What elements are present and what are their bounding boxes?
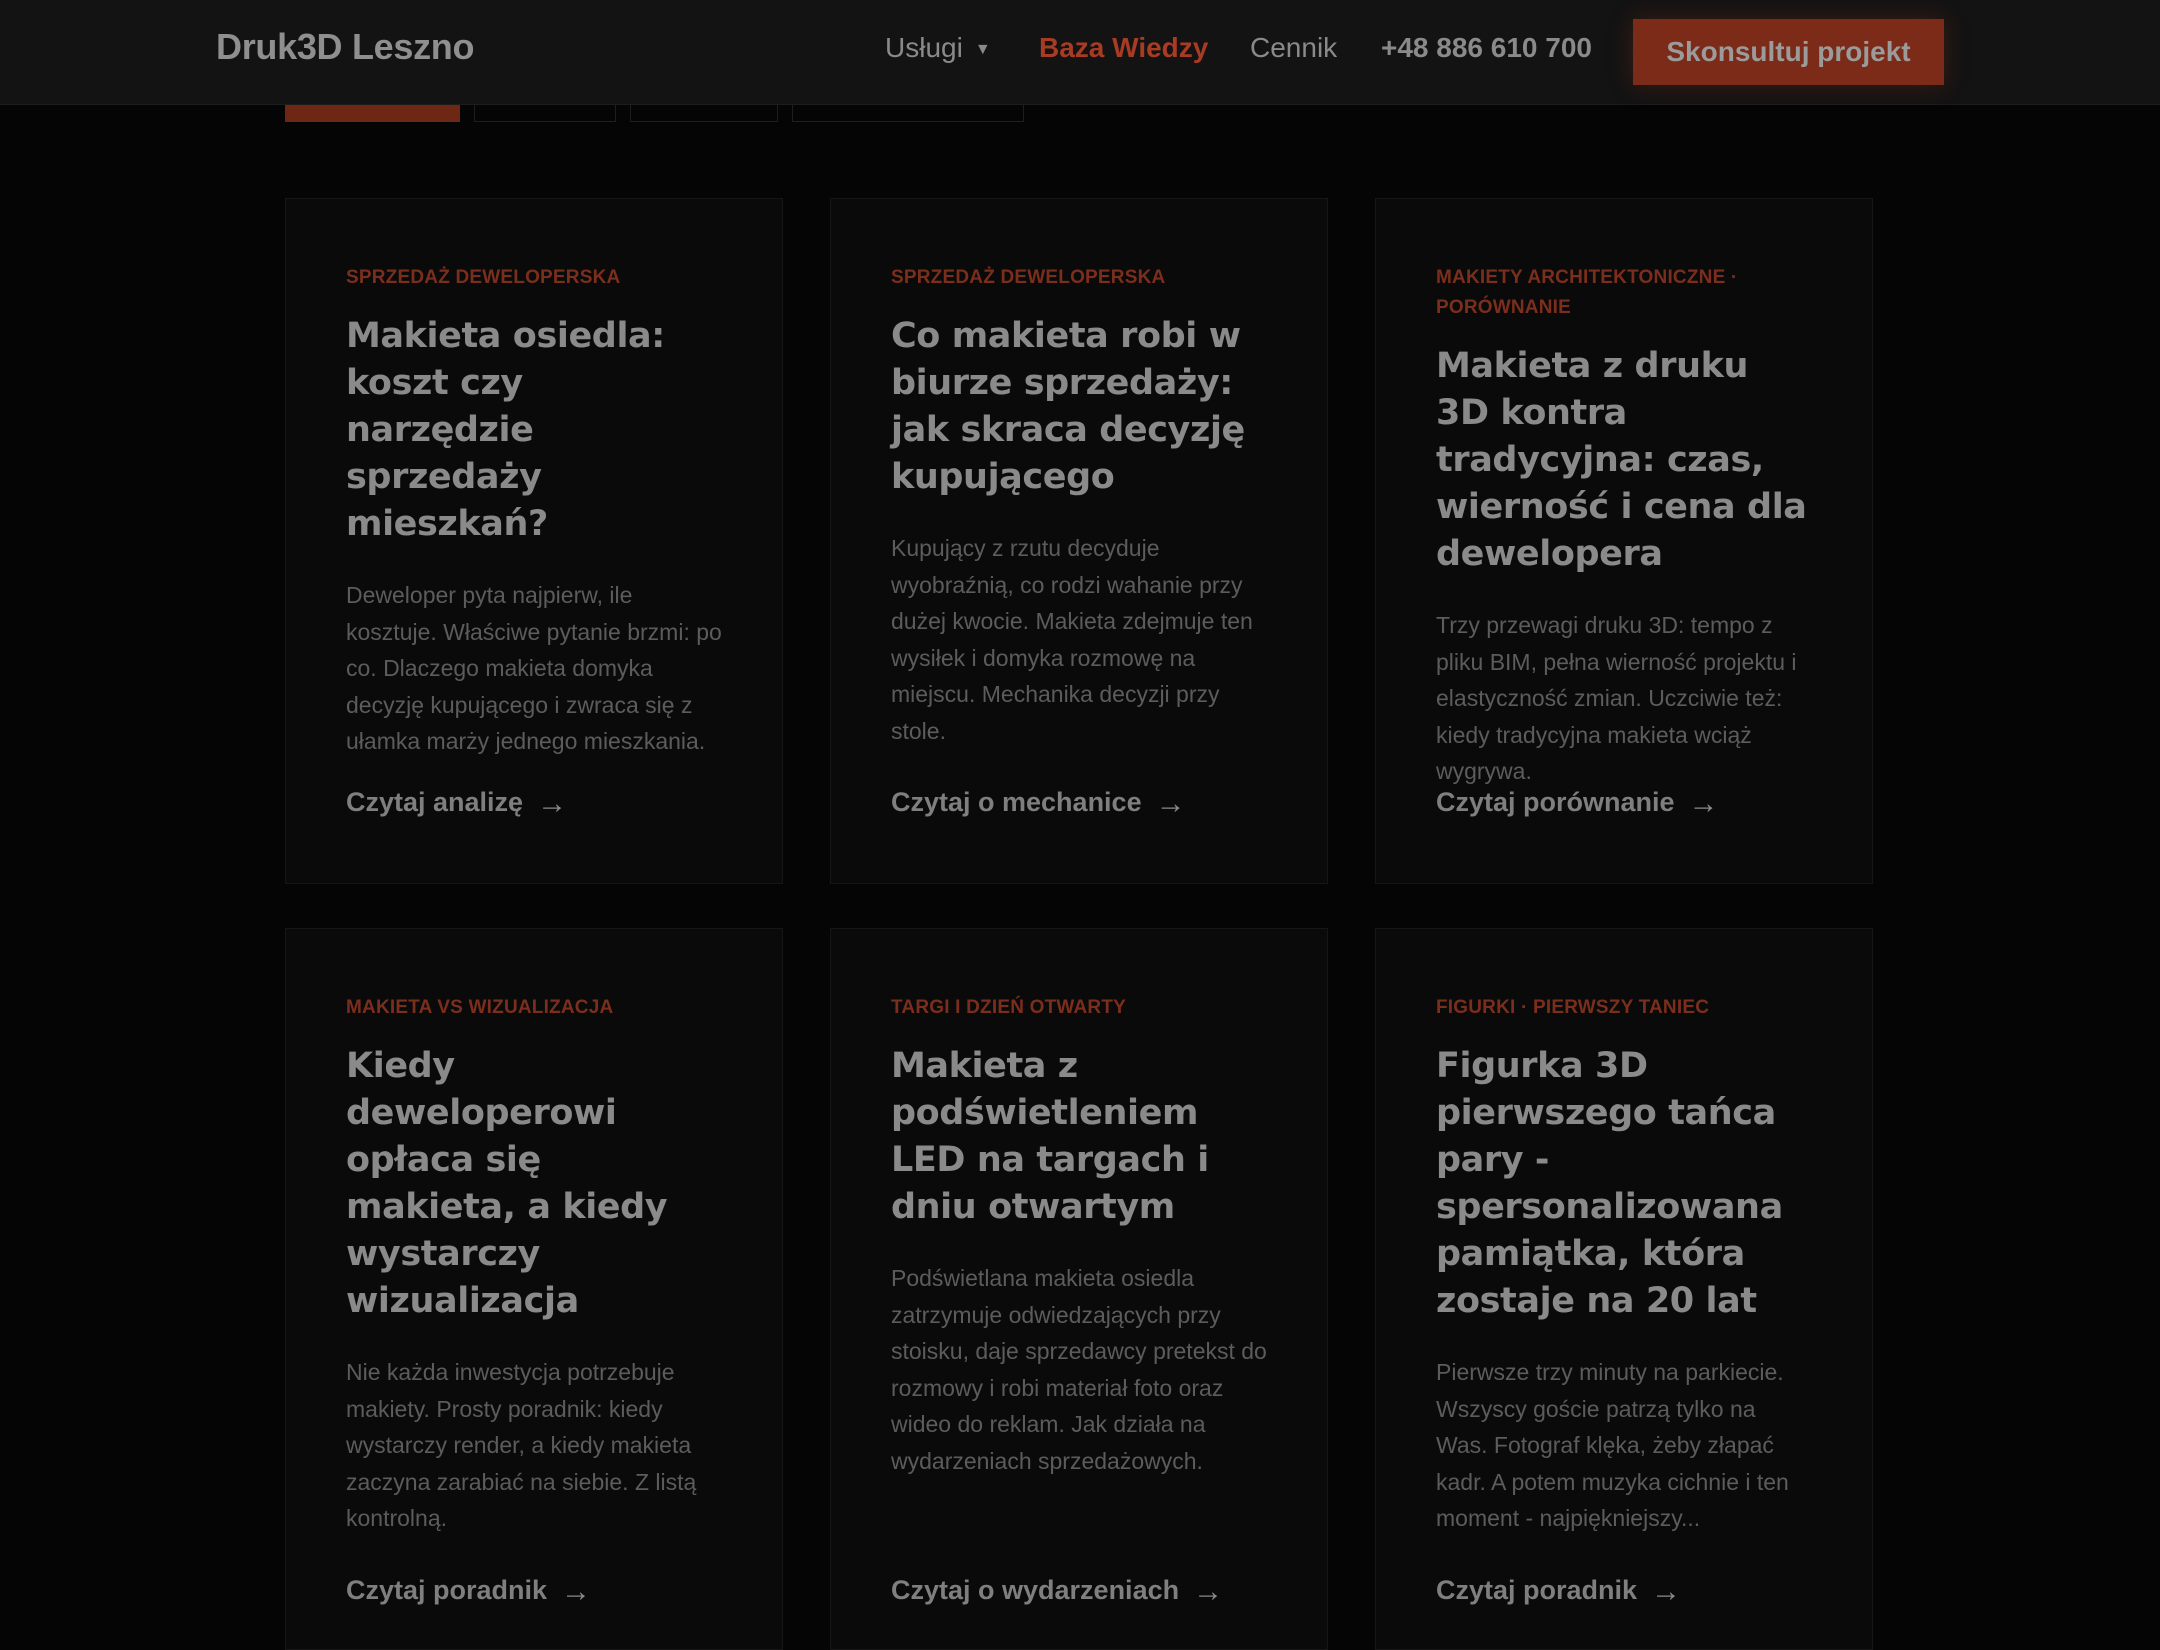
article-category: Sprzedaż deweloperska [346, 267, 621, 288]
article-card: Sprzedaż deweloperska Co makieta robi w … [830, 198, 1328, 884]
nav-baza-wiedzy[interactable]: Baza Wiedzy [1039, 32, 1208, 64]
read-more-link[interactable]: Czytaj poradnik → [346, 1573, 592, 1608]
article-title[interactable]: Figurka 3D pierwszego tańca pary - spers… [1436, 1043, 1812, 1325]
article-card: Makieta vs wizualizacja Kiedy dewelopero… [285, 928, 783, 1650]
read-more-label: Czytaj o mechanice [891, 787, 1142, 817]
article-excerpt: Podświetlana makieta osiedla zatrzymuje … [891, 1265, 1267, 1474]
nav-uslugi-label: Usługi [885, 32, 963, 63]
article-category: Makiety architektoniczne · Porównanie [1436, 267, 1738, 318]
article-card: Makiety architektoniczne · Porównanie Ma… [1375, 198, 1873, 884]
article-category: Figurki · Pierwszy taniec [1436, 997, 1710, 1018]
article-card: Sprzedaż deweloperska Makieta osiedla: k… [285, 198, 783, 884]
read-more-label: Czytaj analizę [346, 787, 524, 817]
article-excerpt: Deweloper pyta najpierw, ile kosztuje. W… [346, 582, 722, 755]
article-excerpt: Pierwsze trzy minuty na parkiecie. Wszys… [1436, 1359, 1789, 1532]
arrow-right-icon: → [561, 1575, 592, 1608]
read-more-link[interactable]: Czytaj analizę → [346, 785, 568, 820]
article-title[interactable]: Kiedy deweloperowi opłaca się makieta, a… [346, 1043, 722, 1325]
read-more-label: Czytaj poradnik [346, 1575, 548, 1605]
consult-project-button[interactable]: Skonsultuj projekt [1633, 19, 1944, 85]
nav-uslugi[interactable]: Usługi ▼ [885, 32, 991, 64]
article-excerpt: Kupujący z rzutu decyduje wyobraźnią, co… [891, 535, 1253, 744]
article-card: Targi i dzień otwarty Makieta z podświet… [830, 928, 1328, 1650]
read-more-link[interactable]: Czytaj o wydarzeniach → [891, 1573, 1224, 1608]
article-category: Makieta vs wizualizacja [346, 997, 614, 1018]
nav-phone[interactable]: +48 886 610 700 [1381, 32, 1592, 64]
arrow-right-icon: → [1688, 787, 1719, 820]
site-logo[interactable]: Druk3D Leszno [216, 26, 474, 68]
site-header: Druk3D Leszno Usługi ▼ Baza Wiedzy Cennik… [0, 0, 2160, 105]
read-more-label: Czytaj porównanie [1436, 787, 1675, 817]
article-category: Sprzedaż deweloperska [891, 267, 1166, 288]
read-more-link[interactable]: Czytaj poradnik → [1436, 1573, 1682, 1608]
article-excerpt: Nie każda inwestycja potrzebuje makiety.… [346, 1359, 697, 1532]
nav-cennik[interactable]: Cennik [1250, 32, 1337, 64]
article-card: Figurki · Pierwszy taniec Figurka 3D pie… [1375, 928, 1873, 1650]
arrow-right-icon: → [1651, 1575, 1682, 1608]
read-more-label: Czytaj o wydarzeniach [891, 1575, 1180, 1605]
article-title[interactable]: Makieta z podświetleniem LED na targach … [891, 1043, 1267, 1231]
read-more-link[interactable]: Czytaj porównanie → [1436, 785, 1719, 820]
article-excerpt: Trzy przewagi druku 3D: tempo z pliku BI… [1436, 612, 1797, 785]
read-more-label: Czytaj poradnik [1436, 1575, 1638, 1605]
caret-down-icon: ▼ [974, 41, 991, 58]
article-title[interactable]: Co makieta robi w biurze sprzedaży: jak … [891, 313, 1267, 501]
read-more-link[interactable]: Czytaj o mechanice → [891, 785, 1186, 820]
article-category: Targi i dzień otwarty [891, 997, 1127, 1018]
arrow-right-icon: → [1155, 787, 1186, 820]
arrow-right-icon: → [537, 787, 568, 820]
article-title[interactable]: Makieta osiedla: koszt czy narzędzie spr… [346, 313, 722, 548]
arrow-right-icon: → [1193, 1575, 1224, 1608]
article-title[interactable]: Makieta z druku 3D kontra tradycyjna: cz… [1436, 343, 1812, 578]
